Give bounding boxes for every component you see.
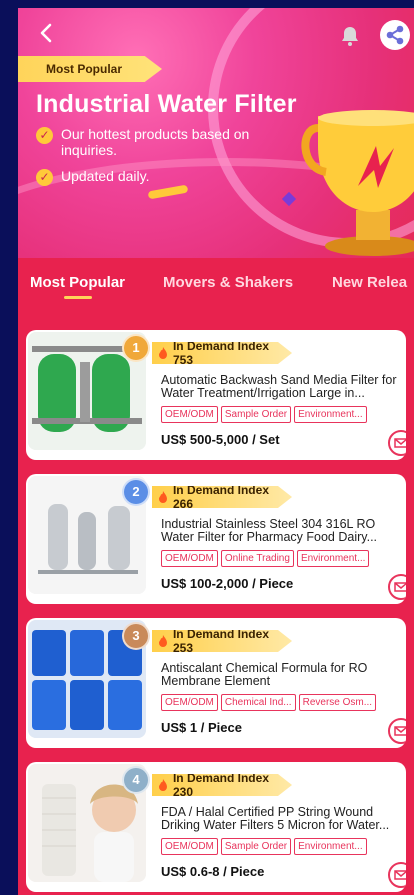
notification-button[interactable] <box>338 24 362 48</box>
mail-icon <box>394 438 406 448</box>
trophy-icon <box>301 110 414 256</box>
inquiry-button[interactable] <box>388 574 406 600</box>
inquiry-button[interactable] <box>388 862 406 888</box>
demand-index-text: In Demand Index 230 <box>172 771 269 799</box>
product-tag: Sample Order <box>220 406 292 423</box>
product-tag: Environment... <box>294 406 367 423</box>
page-title: Industrial Water Filter <box>36 90 297 118</box>
product-price: US$ 500-5,000 / Set <box>161 432 280 447</box>
check-icon: ✓ <box>36 127 53 144</box>
product-tags: OEM/ODM Chemical Ind... Reverse Osm... <box>161 694 406 712</box>
app-frame: Most Popular Industrial Water Filter ✓ O… <box>18 8 414 895</box>
back-arrow-icon <box>40 23 52 43</box>
hero-bullet: ✓ Our hottest products based on inquirie… <box>36 126 286 158</box>
tab-movers-shakers[interactable]: Movers & Shakers <box>163 274 293 291</box>
tab-new-releases[interactable]: New Relea <box>332 274 407 291</box>
product-tag: Environment... <box>296 550 370 567</box>
hero-bullet-text: Our hottest products based on inquiries. <box>61 126 250 158</box>
flame-icon <box>158 635 167 647</box>
product-title[interactable]: Industrial Stainless Steel 304 316L RO W… <box>161 518 406 544</box>
product-tag: Sample Order <box>220 838 292 855</box>
product-tag: OEM/ODM <box>161 406 218 423</box>
hero-banner: Most Popular Industrial Water Filter ✓ O… <box>18 8 414 258</box>
product-tag: OEM/ODM <box>161 694 218 711</box>
mail-icon <box>394 870 406 880</box>
demand-index-badge: In Demand Index 230 <box>152 774 292 796</box>
product-tag: Environment... <box>294 838 367 855</box>
rank-badge: 3 <box>122 622 150 650</box>
tab-most-popular[interactable]: Most Popular <box>30 274 125 291</box>
demand-index-text: In Demand Index 753 <box>172 339 269 367</box>
inquiry-button[interactable] <box>388 430 406 456</box>
bell-icon <box>342 27 358 46</box>
product-tag: OEM/ODM <box>161 838 218 855</box>
product-card[interactable]: 4 In Demand Index 230 FDA / Halal Certif… <box>26 762 406 892</box>
product-tags: OEM/ODM Sample Order Environment... <box>161 406 406 424</box>
flame-icon <box>158 347 167 359</box>
product-price: US$ 1 / Piece <box>161 720 242 735</box>
product-tag: OEM/ODM <box>161 550 218 567</box>
flame-icon <box>158 779 167 791</box>
tab-bar: Most Popular Movers & Shakers New Relea <box>18 262 414 302</box>
hero-bullet-text: Updated daily. <box>61 168 150 184</box>
product-card[interactable]: 2 In Demand Index 266 Industrial Stainle… <box>26 474 406 604</box>
check-icon: ✓ <box>36 169 53 186</box>
share-icon <box>386 25 404 45</box>
inquiry-button[interactable] <box>388 718 406 744</box>
product-tag: Online Trading <box>220 550 294 567</box>
mail-icon <box>394 582 406 592</box>
back-button[interactable] <box>34 20 58 48</box>
product-title[interactable]: Antiscalant Chemical Formula for RO Memb… <box>161 662 406 688</box>
product-tags: OEM/ODM Online Trading Environment... <box>161 550 406 568</box>
rank-badge: 4 <box>122 766 150 794</box>
flame-icon <box>158 491 167 503</box>
demand-index-text: In Demand Index 253 <box>172 627 269 655</box>
demand-index-text: In Demand Index 266 <box>172 483 269 511</box>
rank-badge: 1 <box>122 334 150 362</box>
active-tab-indicator <box>64 296 92 299</box>
product-tag: Reverse Osm... <box>298 694 377 711</box>
product-tags: OEM/ODM Sample Order Environment... <box>161 838 406 856</box>
rank-badge: 2 <box>122 478 150 506</box>
product-card[interactable]: 3 In Demand Index 253 Antiscalant Chemic… <box>26 618 406 748</box>
share-button[interactable] <box>380 20 410 50</box>
hero-ribbon: Most Popular <box>18 56 163 82</box>
product-title[interactable]: Automatic Backwash Sand Media Filter for… <box>161 374 406 400</box>
product-price: US$ 0.6-8 / Piece <box>161 864 265 879</box>
demand-index-badge: In Demand Index 253 <box>152 630 292 652</box>
hero-bullet: ✓ Updated daily. <box>36 168 149 186</box>
top-bar <box>18 20 414 50</box>
mail-icon <box>394 726 406 736</box>
demand-index-badge: In Demand Index 266 <box>152 486 292 508</box>
product-title[interactable]: FDA / Halal Certified PP String Wound Dr… <box>161 806 406 832</box>
product-card[interactable]: 1 In Demand Index 753 Automatic Backwash… <box>26 330 406 460</box>
demand-index-badge: In Demand Index 753 <box>152 342 292 364</box>
product-price: US$ 100-2,000 / Piece <box>161 576 294 591</box>
product-tag: Chemical Ind... <box>220 694 296 711</box>
